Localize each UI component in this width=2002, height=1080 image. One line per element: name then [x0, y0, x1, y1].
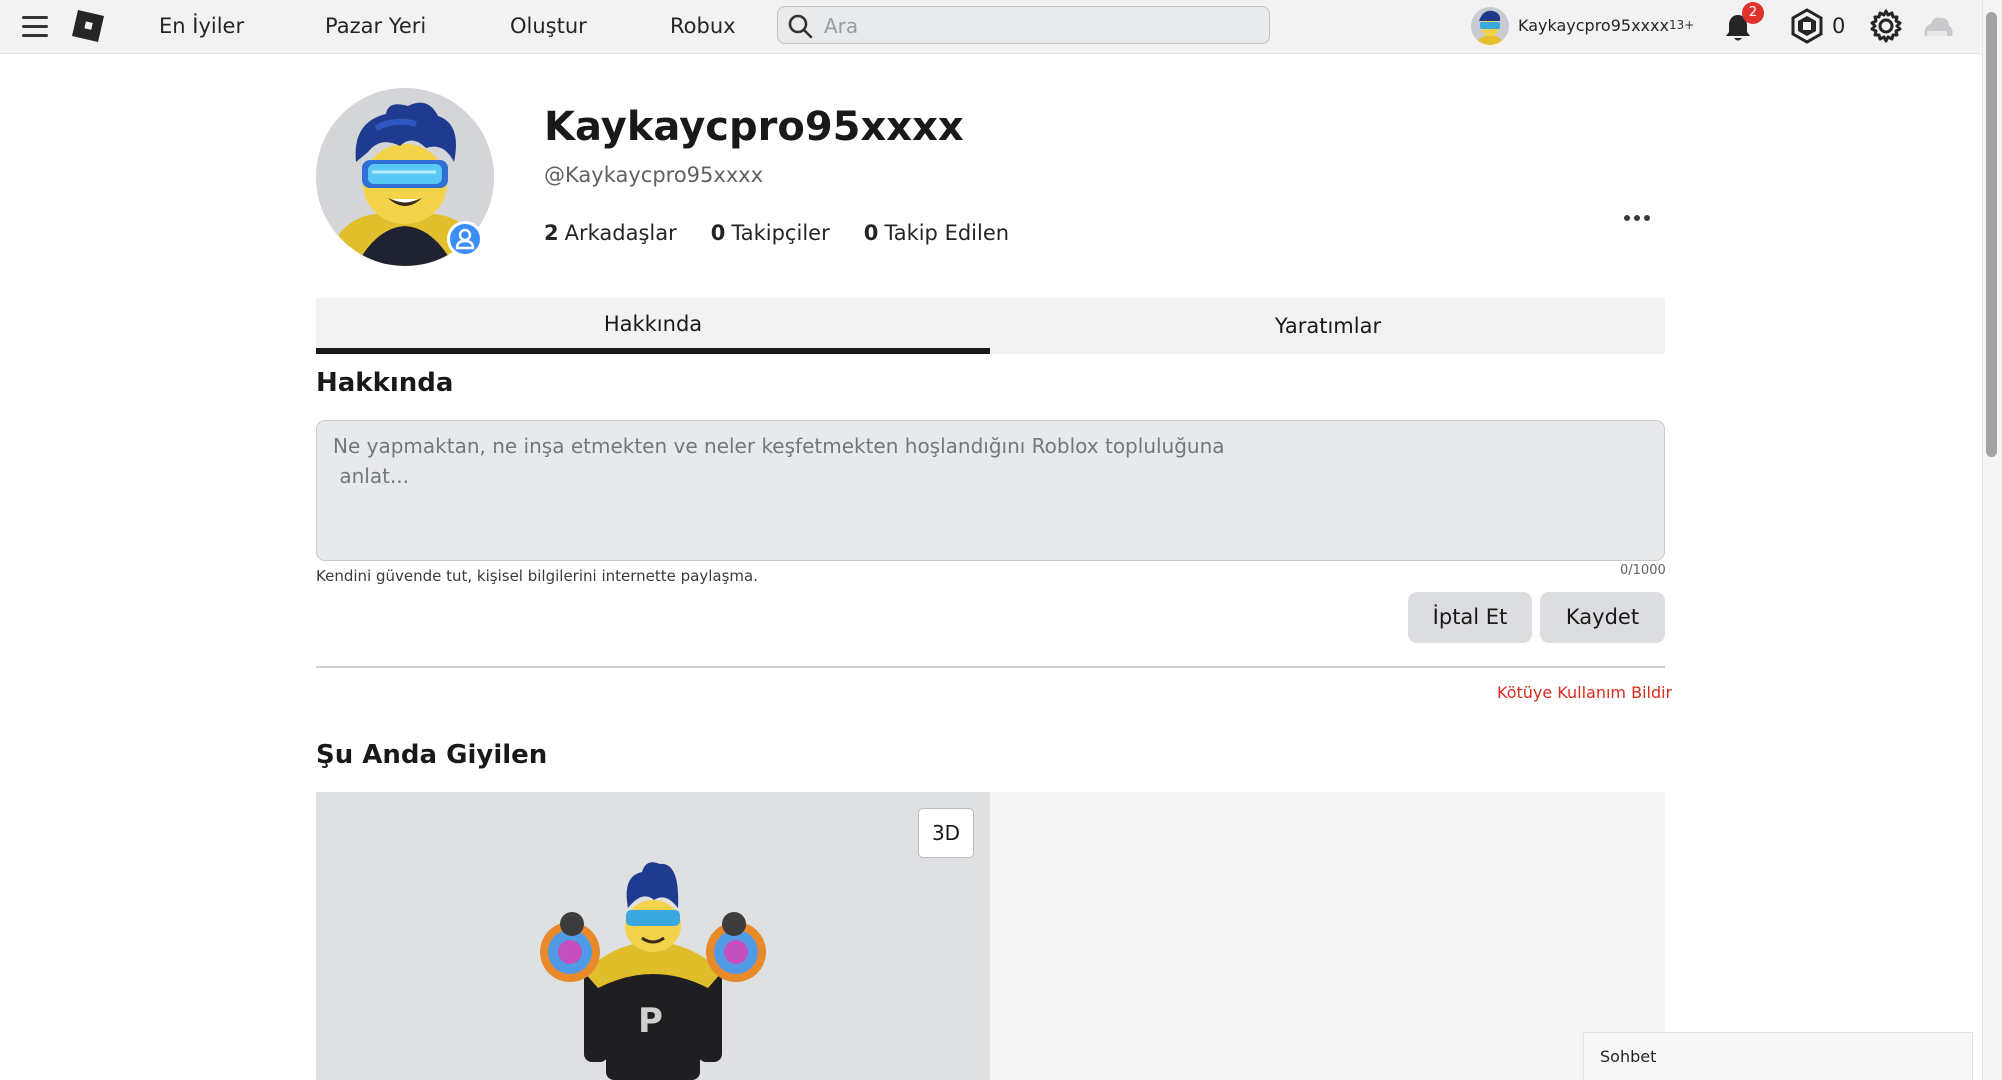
user-avatar[interactable] [1471, 7, 1509, 45]
currently-wearing-title: Şu Anda Giyilen [316, 740, 548, 770]
settings-gear-icon[interactable] [1868, 8, 1904, 44]
friends-count-link[interactable]: 2 Arkadaşlar [544, 221, 677, 245]
roblox-logo-icon[interactable] [70, 8, 106, 44]
search-bar [777, 6, 1270, 44]
profile-username-handle: @Kaykaycpro95xxxx [544, 163, 764, 187]
tab-creations[interactable]: Yaratımlar [991, 298, 1665, 354]
profile-stats: 2 Arkadaşlar 0 Takipçiler 0 Takip Edilen [544, 221, 1009, 245]
robux-icon[interactable] [1789, 8, 1825, 44]
nav-link-robux[interactable]: Robux [670, 14, 736, 38]
top-navigation-bar: En İyiler Pazar Yeri Oluştur Robux Kayka… [0, 0, 1982, 54]
avatar-full-body-image: P [540, 862, 766, 1080]
age-badge: 13+ [1669, 18, 1695, 32]
section-divider [316, 666, 1665, 668]
robux-balance: 0 [1832, 14, 1846, 38]
report-abuse-link[interactable]: Kötüye Kullanım Bildir [1497, 683, 1672, 702]
profile-tabs: Hakkında Yaratımlar [316, 298, 1665, 354]
notification-count-badge: 2 [1742, 2, 1764, 24]
save-button[interactable]: Kaydet [1540, 592, 1665, 643]
about-description-textarea[interactable] [316, 420, 1665, 561]
search-icon [788, 14, 813, 39]
more-options-icon[interactable] [1622, 208, 1652, 228]
user-presence-icon [455, 228, 475, 250]
search-input[interactable] [822, 11, 1256, 41]
following-count-link[interactable]: 0 Takip Edilen [864, 221, 1009, 245]
about-section-title: Hakkında [316, 368, 454, 398]
header-username[interactable]: Kaykaycpro95xxxx [1518, 16, 1669, 35]
hamburger-menu-icon[interactable] [22, 16, 48, 38]
builders-club-icon[interactable] [1921, 12, 1955, 42]
profile-display-name: Kaykaycpro95xxxx [544, 104, 964, 150]
chat-widget[interactable]: Sohbet [1583, 1032, 1973, 1080]
nav-link-marketplace[interactable]: Pazar Yeri [325, 14, 426, 38]
cancel-button[interactable]: İptal Et [1408, 592, 1532, 643]
avatar-preview-panel: P [316, 792, 990, 1080]
page-scrollbar-thumb[interactable] [1986, 12, 1997, 457]
character-counter: 0/1000 [1620, 563, 1666, 578]
safety-note: Kendini güvende tut, kişisel bilgilerini… [316, 567, 758, 585]
nav-link-charts[interactable]: En İyiler [159, 14, 244, 38]
worn-items-panel [990, 792, 1665, 1080]
nav-link-create[interactable]: Oluştur [510, 14, 587, 38]
presence-status-badge [447, 221, 483, 257]
followers-count-link[interactable]: 0 Takipçiler [711, 221, 830, 245]
svg-text:P: P [638, 1001, 663, 1041]
toggle-3d-button[interactable]: 3D [918, 808, 974, 858]
tab-about[interactable]: Hakkında [316, 298, 990, 354]
chat-label: Sohbet [1600, 1047, 1657, 1066]
